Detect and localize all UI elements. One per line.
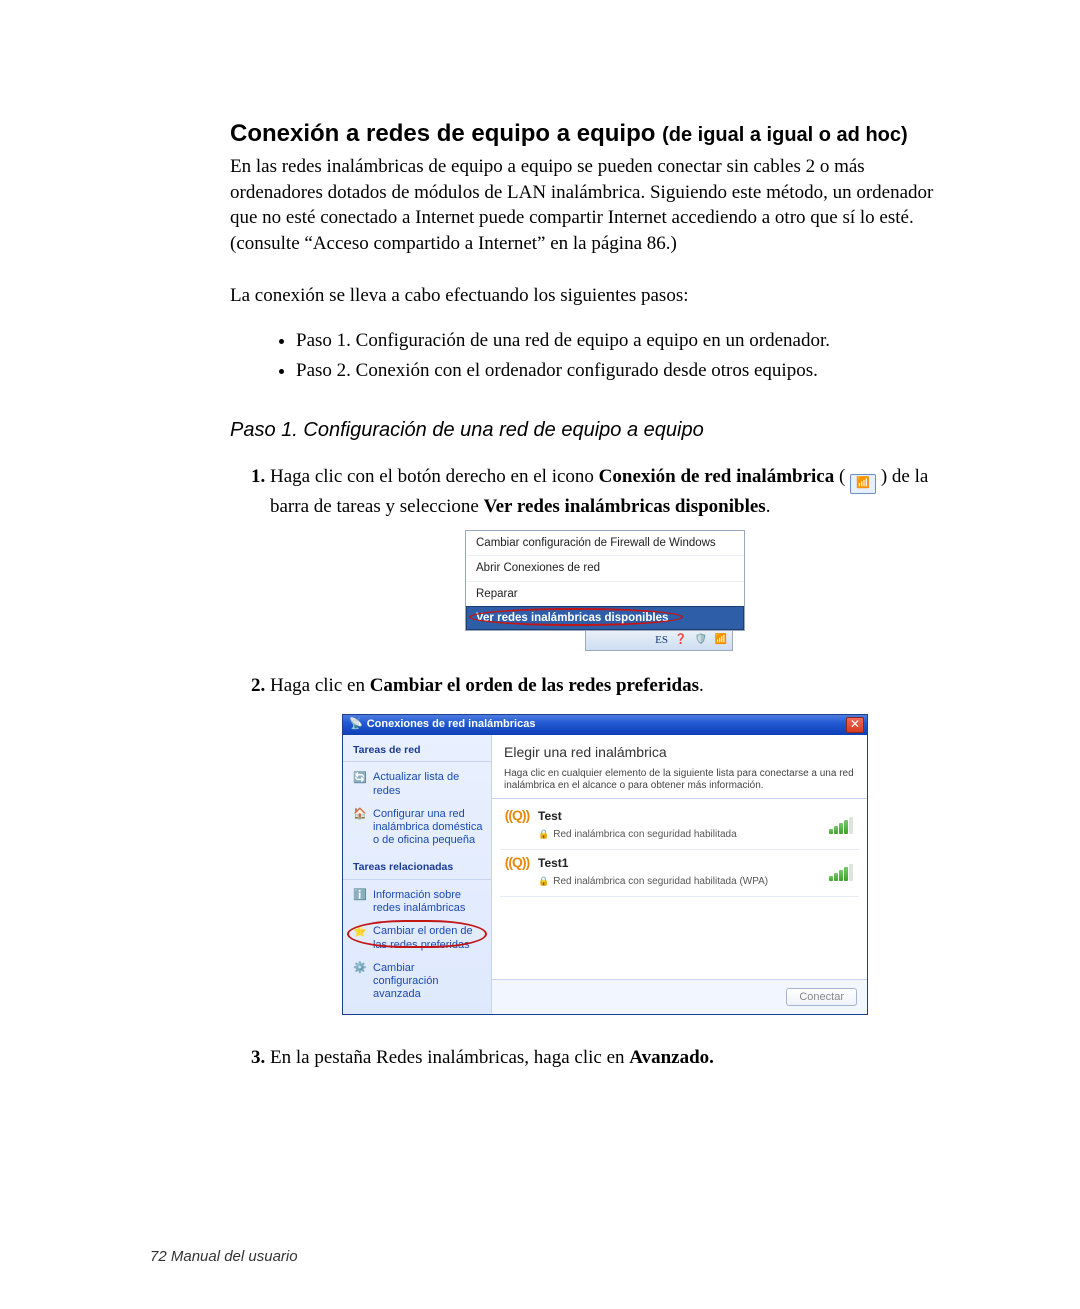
step-item: Paso 2. Conexión con el ordenador config… [296,356,940,385]
procedure-list: Haga clic con el botón derecho en el ico… [230,464,940,1072]
context-menu-figure: Cambiar configuración de Firewall de Win… [465,530,745,651]
ctx-item-repair[interactable]: Reparar [466,581,744,606]
network-item[interactable]: Test1 Red inalámbrica con seguridad habi… [500,850,859,897]
dialog-sidebar: Tareas de red Actualizar lista de redes … [343,735,492,1015]
proc-step-1: Haga clic con el botón derecho en el ico… [270,464,940,651]
step-list: Paso 1. Configuración de una red de equi… [230,326,940,385]
intro-paragraph: En las redes inalámbricas de equipo a eq… [230,154,940,257]
side-link-order[interactable]: Cambiar el orden de las redes preferidas [343,920,491,956]
wireless-tray-icon [850,474,876,494]
proc-step-2: Haga clic en Cambiar el orden de las red… [270,673,940,1015]
proc3-pre: En la pestaña Redes inalámbricas, haga c… [270,1047,629,1068]
network-name: Test [538,808,737,825]
proc1-bold1: Conexión de red inalámbrica [599,466,835,487]
dialog-main: Elegir una red inalámbrica Haga clic en … [492,735,867,1015]
wireless-dialog: Conexiones de red inalámbricas ✕ Tareas … [342,714,868,1016]
side-link-advanced[interactable]: Cambiar configuración avanzada [343,957,491,1007]
signal-icon [829,864,855,881]
step-item: Paso 1. Configuración de una red de equi… [296,326,940,355]
taskbar-tray: ES [585,631,733,651]
broadcast-icon [504,808,530,822]
dialog-titlebar: Conexiones de red inalámbricas ✕ [343,715,867,735]
lock-icon [538,875,549,889]
proc1-pre: Haga clic con el botón derecho en el ico… [270,466,599,487]
context-menu: Cambiar configuración de Firewall de Win… [465,530,745,630]
side-link-refresh-label: Actualizar lista de redes [373,771,483,797]
side-link-info[interactable]: Información sobre redes inalámbricas [343,884,491,920]
network-name: Test1 [538,855,768,872]
main-note: Haga clic en cualquier elemento de la si… [492,766,867,799]
dialog-title: Conexiones de red inalámbricas [367,717,536,732]
tray-lang: ES [655,633,668,648]
connect-button[interactable]: Conectar [786,988,857,1006]
section-title: Conexión a redes de equipo a equipo (de … [230,120,940,148]
help-icon[interactable] [674,633,688,647]
info-icon [353,889,367,903]
shield-icon[interactable] [694,633,708,647]
network-list: Test Red inalámbrica con seguridad habil… [492,799,867,979]
title-main: Conexión a redes de equipo a equipo [230,120,662,147]
network-subtitle: Red inalámbrica con seguridad habilitada [553,828,736,842]
proc2-end: . [699,675,704,696]
main-heading: Elegir una red inalámbrica [492,735,867,767]
signal-icon [829,817,855,834]
side-link-refresh[interactable]: Actualizar lista de redes [343,766,491,802]
ctx-item-view-networks[interactable]: Ver redes inalámbricas disponibles [466,606,744,630]
proc1-bold2: Ver redes inalámbricas disponibles [484,496,766,517]
page-number: 72 Manual del usuario [150,1248,298,1265]
proc2-bold: Cambiar el orden de las redes preferidas [370,675,699,696]
proc3-bold: Avanzado. [629,1047,714,1068]
proc1-end: . [766,496,771,517]
side-link-setup[interactable]: Configurar una red inalámbrica doméstica… [343,803,491,853]
star-icon [353,925,367,939]
proc2-pre: Haga clic en [270,675,370,696]
refresh-icon [353,771,367,785]
antenna-icon [349,717,363,732]
gear-icon [353,962,367,976]
close-button[interactable]: ✕ [846,717,864,733]
side-link-setup-label: Configurar una red inalámbrica doméstica… [373,808,483,848]
title-paren: (de igual a igual o ad hoc) [662,124,908,146]
network-subtitle: Red inalámbrica con seguridad habilitada… [553,875,768,889]
ctx-item-firewall[interactable]: Cambiar configuración de Firewall de Win… [466,531,744,555]
lead-paragraph: La conexión se lleva a cabo efectuando l… [230,283,940,309]
side-link-order-label: Cambiar el orden de las redes preferidas [373,925,483,951]
dialog-body: Tareas de red Actualizar lista de redes … [343,735,867,1015]
broadcast-icon [504,855,530,869]
home-network-icon [353,808,367,822]
dialog-footer: Conectar [492,979,867,1014]
proc-step-3: En la pestaña Redes inalámbricas, haga c… [270,1045,940,1072]
ctx-item-open-conn[interactable]: Abrir Conexiones de red [466,555,744,580]
ctx-item-view-networks-label: Ver redes inalámbricas disponibles [476,612,668,624]
network-item[interactable]: Test Red inalámbrica con seguridad habil… [500,803,859,850]
side-group-related: Tareas relacionadas [343,852,491,880]
wifi-tray-icon[interactable] [714,633,728,647]
proc1-mid: ( [834,466,850,487]
side-group-network: Tareas de red [343,735,491,763]
side-link-info-label: Información sobre redes inalámbricas [373,889,483,915]
lock-icon [538,828,549,842]
paso1-heading: Paso 1. Configuración de una red de equi… [230,419,940,442]
side-link-advanced-label: Cambiar configuración avanzada [373,962,483,1002]
